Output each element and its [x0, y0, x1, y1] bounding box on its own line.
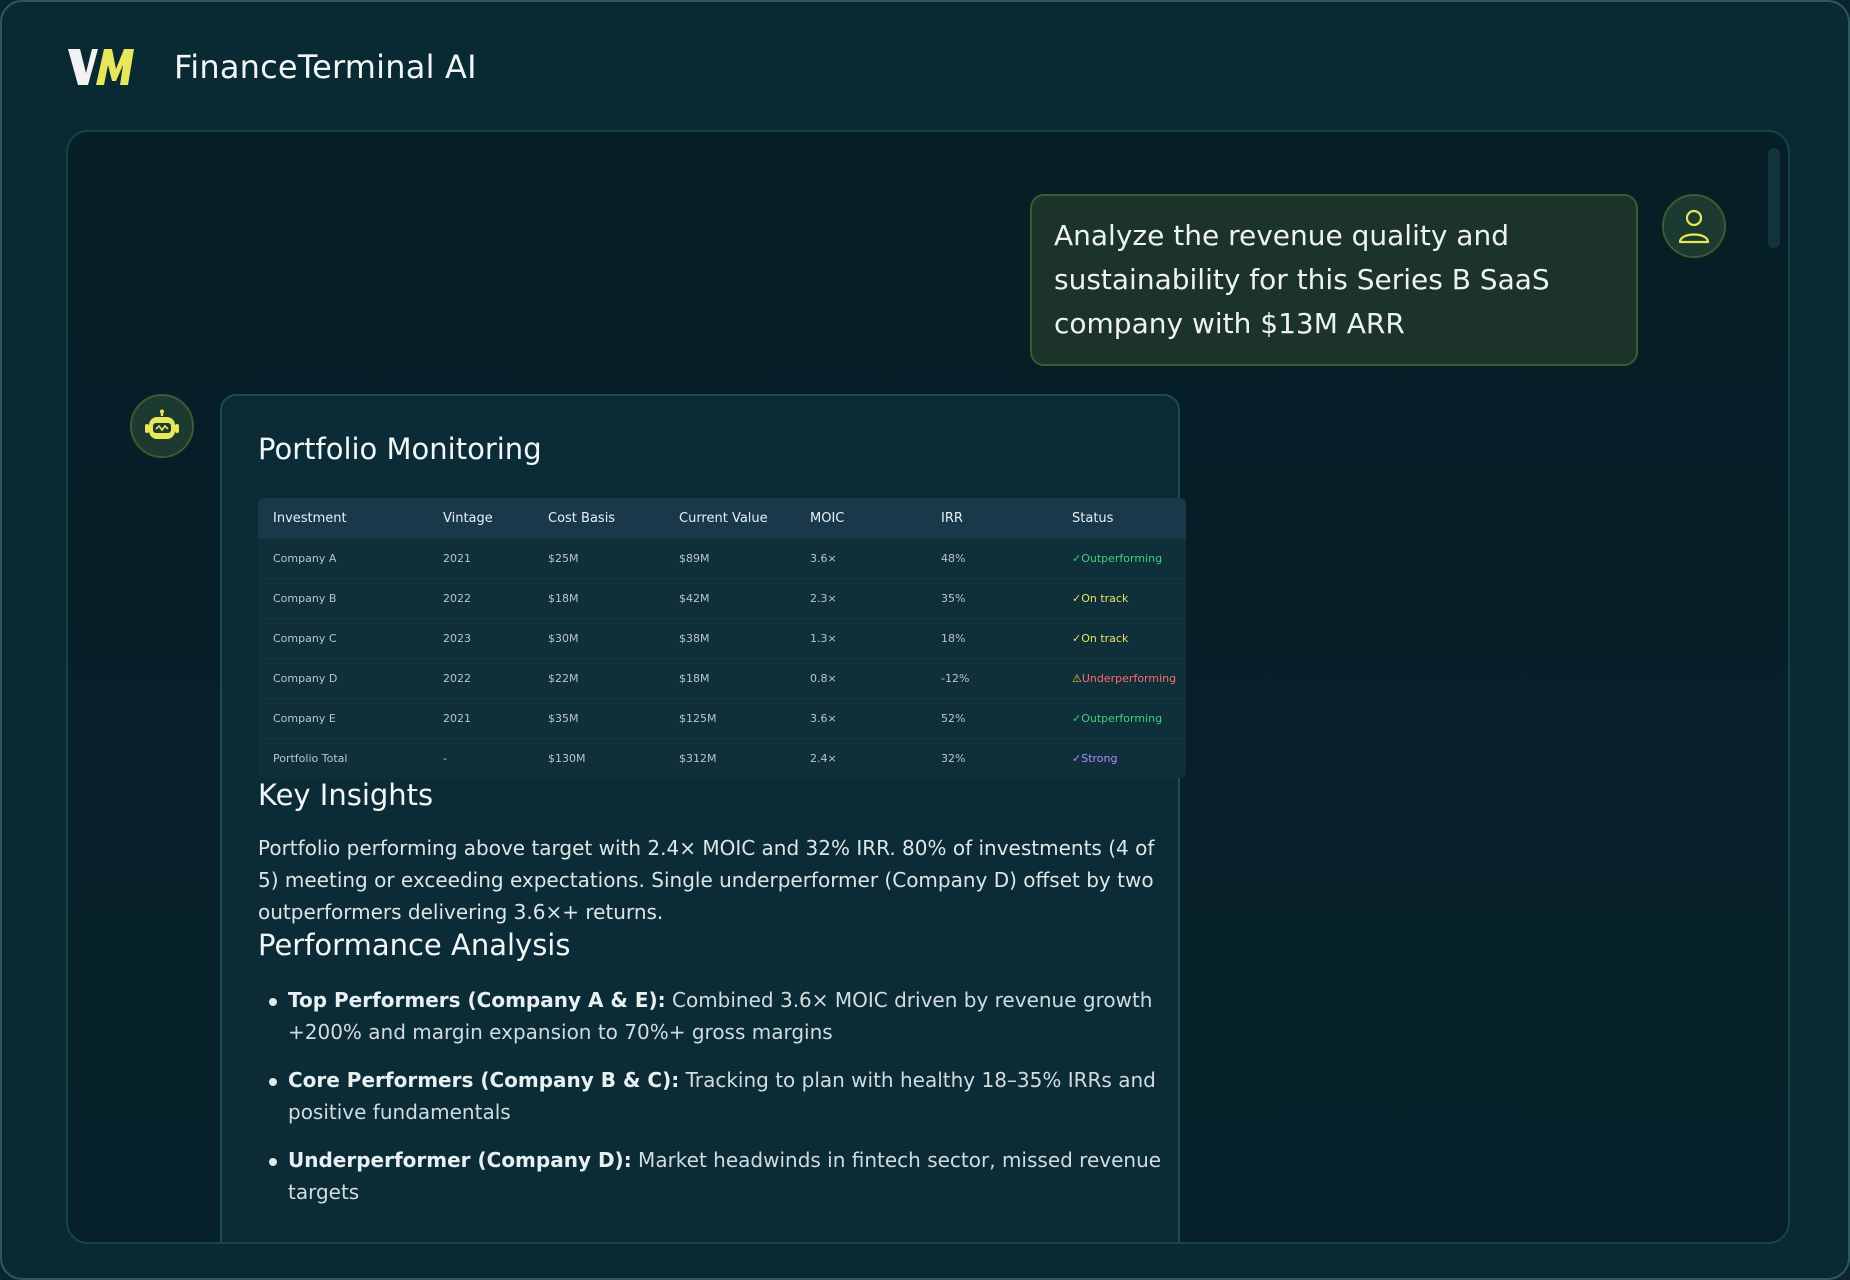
list-item-lead: Top Performers (Company A & E):: [288, 988, 666, 1012]
warning-icon: ⚠: [1072, 672, 1082, 685]
irr-cell: -12%: [926, 658, 1057, 699]
cost-basis-cell: $18M: [533, 578, 664, 619]
column-header: Current Value: [679, 510, 768, 526]
status-cell: ⚠Underperforming: [1057, 658, 1186, 699]
vintage-cell: 2022: [428, 658, 533, 699]
moic-cell: 2.3×: [795, 578, 926, 619]
table-header-row: Investment Vintage Cost Basis Current Va…: [258, 498, 1186, 539]
key-insights-title: Key Insights: [258, 778, 434, 812]
status-cell: ✓On track: [1057, 618, 1186, 659]
moic-cell: 0.8×: [795, 658, 926, 699]
current-value-cell: $125M: [664, 698, 795, 739]
chat-scrollbar[interactable]: [1768, 148, 1780, 248]
status-label: Strong: [1081, 752, 1118, 765]
current-value-cell: $38M: [664, 618, 795, 659]
check-icon: ✓: [1072, 712, 1082, 725]
status-label: Outperforming: [1081, 552, 1163, 565]
user-message-row: Analyze the revenue quality and sustaina…: [1030, 194, 1726, 366]
status-cell: ✓On track: [1057, 578, 1186, 619]
current-value-cell: $312M: [664, 738, 795, 778]
irr-cell: 35%: [926, 578, 1057, 619]
investment-cell: Portfolio Total: [258, 738, 428, 778]
irr-cell: 32%: [926, 738, 1057, 778]
vintage-cell: 2021: [428, 698, 533, 739]
investment-cell: Company E: [258, 698, 428, 739]
cost-basis-cell: $30M: [533, 618, 664, 659]
moic-cell: 2.4×: [795, 738, 926, 778]
portfolio-title: Portfolio Monitoring: [258, 432, 542, 466]
cost-basis-cell: $25M: [533, 538, 664, 579]
user-icon: [1678, 209, 1710, 244]
moic-cell: 3.6×: [795, 698, 926, 739]
vintage-cell: -: [428, 738, 533, 778]
column-header: IRR: [941, 510, 963, 526]
table-row: Company E 2021 $35M $125M 3.6× 52% ✓Outp…: [258, 698, 1186, 739]
status-label: On track: [1081, 592, 1129, 605]
investment-cell: Company B: [258, 578, 428, 619]
cost-basis-cell: $22M: [533, 658, 664, 699]
table-row: Company D 2022 $22M $18M 0.8× -12% ⚠Unde…: [258, 658, 1186, 699]
investment-cell: Company C: [258, 618, 428, 659]
app-window: FinanceTerminal AI Analyze the revenue q…: [0, 0, 1850, 1280]
status-cell: ✓Outperforming: [1057, 538, 1186, 579]
cost-basis-cell: $35M: [533, 698, 664, 739]
moic-cell: 3.6×: [795, 538, 926, 579]
vintage-cell: 2023: [428, 618, 533, 659]
list-item: Core Performers (Company B & C): Trackin…: [258, 1064, 1178, 1128]
key-insights-text: Portfolio performing above target with 2…: [258, 836, 1155, 924]
app-header: FinanceTerminal AI: [66, 42, 477, 92]
table-row: Company C 2023 $30M $38M 1.3× 18% ✓On tr…: [258, 618, 1186, 659]
robot-icon: [145, 409, 179, 439]
vintage-cell: 2021: [428, 538, 533, 579]
assistant-message-card: Portfolio Monitoring Investment Vintage …: [220, 394, 1186, 1242]
current-value-cell: $89M: [664, 538, 795, 579]
performance-analysis-title: Performance Analysis: [258, 928, 571, 962]
column-header: Vintage: [443, 510, 493, 526]
investment-cell: Company A: [258, 538, 428, 579]
irr-cell: 48%: [926, 538, 1057, 579]
column-header: Status: [1072, 510, 1114, 526]
list-item: Top Performers (Company A & E): Combined…: [258, 984, 1178, 1048]
list-item: Underperformer (Company D): Market headw…: [258, 1144, 1178, 1208]
status-cell: ✓Outperforming: [1057, 698, 1186, 739]
cost-basis-cell: $130M: [533, 738, 664, 778]
column-header: Investment: [273, 510, 347, 526]
check-icon: ✓: [1072, 552, 1082, 565]
check-icon: ✓: [1072, 592, 1082, 605]
portfolio-table: Investment Vintage Cost Basis Current Va…: [258, 498, 1186, 778]
check-icon: ✓: [1072, 752, 1082, 765]
app-logo: [68, 49, 134, 85]
status-label: Underperforming: [1081, 672, 1177, 685]
app-title: FinanceTerminal AI: [174, 48, 477, 86]
chat-panel[interactable]: Analyze the revenue quality and sustaina…: [66, 130, 1790, 1244]
user-avatar: [1662, 194, 1726, 258]
irr-cell: 18%: [926, 618, 1057, 659]
check-icon: ✓: [1072, 632, 1082, 645]
current-value-cell: $42M: [664, 578, 795, 619]
status-label: On track: [1081, 632, 1129, 645]
list-item-lead: Underperformer (Company D):: [288, 1148, 632, 1172]
list-item-lead: Core Performers (Company B & C):: [288, 1068, 680, 1092]
table-row: Company B 2022 $18M $42M 2.3× 35% ✓On tr…: [258, 578, 1186, 619]
current-value-cell: $18M: [664, 658, 795, 699]
table-row: Portfolio Total - $130M $312M 2.4× 32% ✓…: [258, 738, 1186, 778]
status-cell: ✓Strong: [1057, 738, 1186, 778]
performance-list: Top Performers (Company A & E): Combined…: [258, 984, 1178, 1208]
table-row: Company A 2021 $25M $89M 3.6× 48% ✓Outpe…: [258, 538, 1186, 579]
irr-cell: 52%: [926, 698, 1057, 739]
status-label: Outperforming: [1081, 712, 1163, 725]
column-header: Cost Basis: [548, 510, 616, 526]
moic-cell: 1.3×: [795, 618, 926, 659]
assistant-avatar: [130, 394, 194, 458]
vintage-cell: 2022: [428, 578, 533, 619]
investment-cell: Company D: [258, 658, 428, 699]
user-message-bubble: Analyze the revenue quality and sustaina…: [1030, 194, 1638, 366]
column-header: MOIC: [810, 510, 845, 526]
